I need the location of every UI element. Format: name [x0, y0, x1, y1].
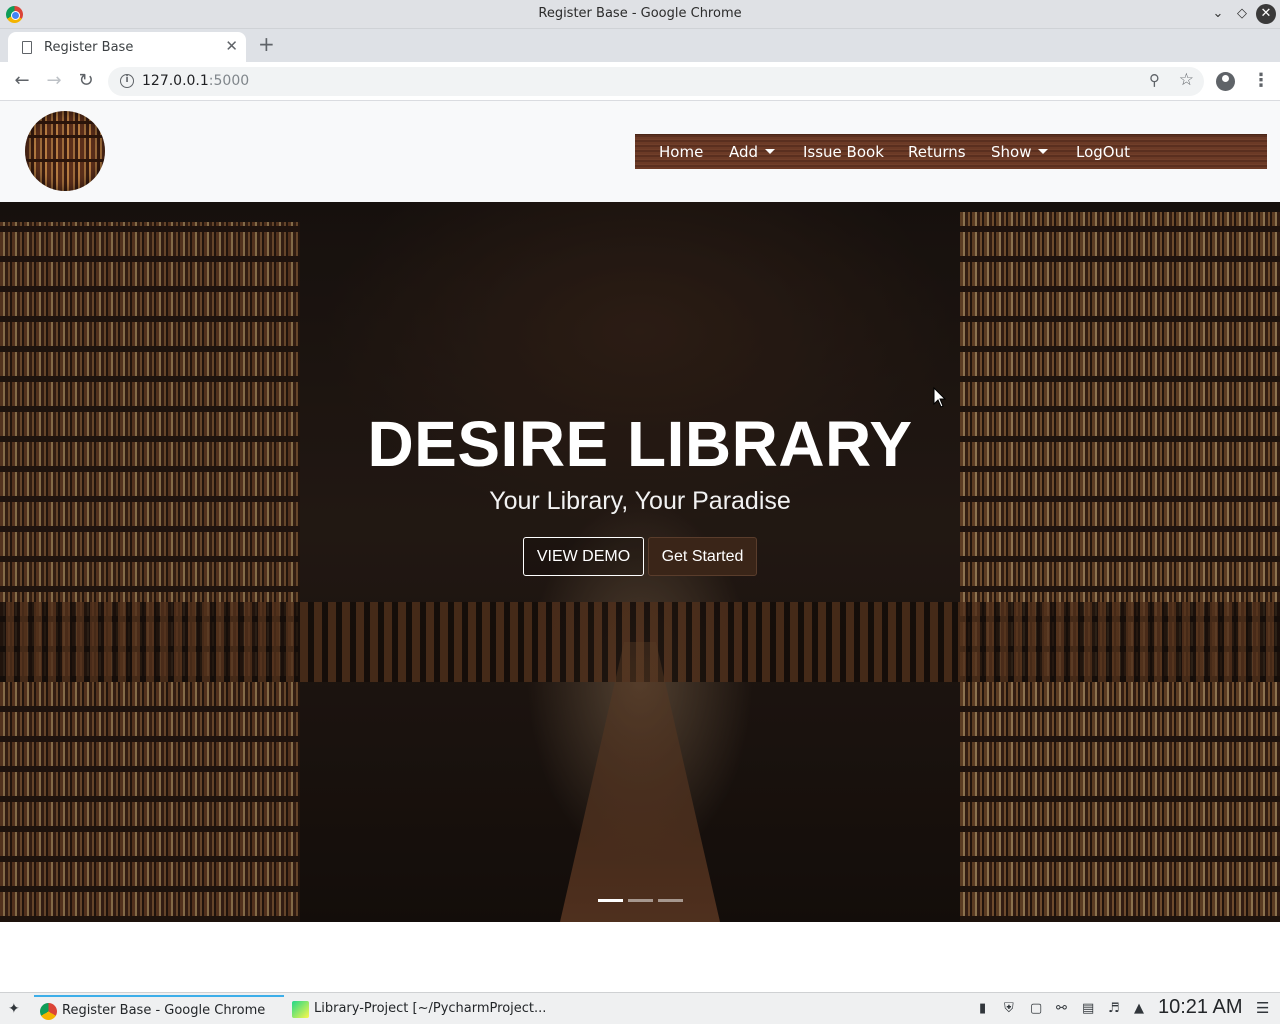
volume-icon[interactable]: ♬: [1108, 1001, 1120, 1016]
nav-logout[interactable]: LogOut: [1076, 143, 1130, 161]
zoom-icon[interactable]: ⚲: [1149, 71, 1160, 89]
library-logo[interactable]: [25, 111, 105, 191]
back-arrow-icon[interactable]: ←: [10, 70, 34, 91]
url-text[interactable]: 127.0.0.1:5000: [142, 73, 249, 89]
url-port: :5000: [208, 73, 250, 89]
hero-subtitle: Your Library, Your Paradise: [489, 487, 791, 515]
mouse-cursor-icon: [933, 387, 947, 408]
forward-arrow-icon[interactable]: →: [42, 70, 66, 91]
taskbar-item-chrome[interactable]: Register Base - Google Chrome: [34, 995, 284, 1023]
browser-toolbar: ← → ↻ i 127.0.0.1:5000 ⚲ ☆ ⋮: [0, 62, 1280, 101]
taskbar-item-label: Library-Project [~/PycharmProject...: [314, 1001, 547, 1016]
url-host: 127.0.0.1: [142, 73, 209, 89]
site-header: Home Add Issue Book Returns Show LogOut: [0, 101, 1280, 202]
carousel-indicators: [598, 899, 684, 902]
nav-home[interactable]: Home: [659, 143, 703, 161]
shield-icon[interactable]: ⛨: [1004, 1001, 1014, 1016]
tab-strip: Register Base ✕ +: [0, 29, 1280, 62]
carousel-indicator[interactable]: [598, 899, 623, 902]
nav-show-label: Show: [991, 143, 1032, 161]
carousel-indicator[interactable]: [658, 899, 683, 902]
kebab-menu-icon[interactable]: ⋮: [1252, 70, 1270, 91]
address-bar[interactable]: i 127.0.0.1:5000 ⚲ ☆: [108, 67, 1204, 96]
new-tab-button[interactable]: +: [258, 32, 275, 56]
nav-add-label: Add: [729, 143, 759, 161]
view-demo-button[interactable]: VIEW DEMO: [523, 537, 644, 576]
clock[interactable]: 10:21 AM: [1158, 996, 1243, 1019]
tab-title: Register Base: [44, 40, 134, 55]
os-taskbar: ✦ Register Base - Google Chrome Library-…: [0, 992, 1280, 1024]
web-page: Home Add Issue Book Returns Show LogOut …: [0, 101, 1280, 992]
taskbar-menu-icon[interactable]: ☰: [1256, 999, 1269, 1017]
browser-tab[interactable]: Register Base ✕: [8, 32, 246, 62]
close-tab-icon[interactable]: ✕: [225, 37, 238, 55]
maximize-button[interactable]: ◇: [1232, 4, 1252, 24]
close-window-button[interactable]: ✕: [1256, 4, 1276, 24]
app-launcher-icon[interactable]: ✦: [8, 1001, 20, 1017]
page-icon: [22, 41, 32, 54]
pycharm-icon: [292, 1001, 309, 1018]
chrome-icon: [40, 1003, 57, 1020]
reload-icon[interactable]: ↻: [74, 70, 98, 91]
nav-show-dropdown[interactable]: Show: [991, 143, 1049, 161]
taskbar-item-pycharm[interactable]: Library-Project [~/PycharmProject...: [286, 995, 546, 1023]
main-nav: Home Add Issue Book Returns Show LogOut: [635, 134, 1267, 169]
display-icon[interactable]: ▢: [1030, 1001, 1042, 1016]
window-titlebar: Register Base - Google Chrome ⌄ ◇ ✕: [0, 0, 1280, 29]
profile-icon[interactable]: [1216, 72, 1235, 91]
network-icon[interactable]: ⚯: [1056, 1001, 1067, 1016]
hero-title: DESIRE LIBRARY: [367, 408, 913, 480]
bookmark-star-icon[interactable]: ☆: [1179, 70, 1194, 90]
battery-icon[interactable]: ▮: [979, 1001, 986, 1016]
nav-returns[interactable]: Returns: [908, 143, 966, 161]
nav-add-dropdown[interactable]: Add: [729, 143, 776, 161]
clipboard-icon[interactable]: ▤: [1082, 1001, 1094, 1016]
hero-carousel: DESIRE LIBRARY Your Library, Your Paradi…: [0, 202, 1280, 922]
caret-down-icon: [1038, 149, 1049, 154]
window-title: Register Base - Google Chrome: [538, 6, 742, 21]
site-info-icon[interactable]: i: [120, 74, 134, 88]
get-started-button[interactable]: Get Started: [648, 537, 757, 576]
caret-down-icon: [765, 149, 776, 154]
carousel-indicator[interactable]: [628, 899, 653, 902]
nav-issue-book[interactable]: Issue Book: [803, 143, 884, 161]
minimize-button[interactable]: ⌄: [1208, 4, 1228, 24]
taskbar-item-label: Register Base - Google Chrome: [62, 1003, 266, 1018]
tray-expand-icon[interactable]: ▲: [1134, 1001, 1144, 1016]
